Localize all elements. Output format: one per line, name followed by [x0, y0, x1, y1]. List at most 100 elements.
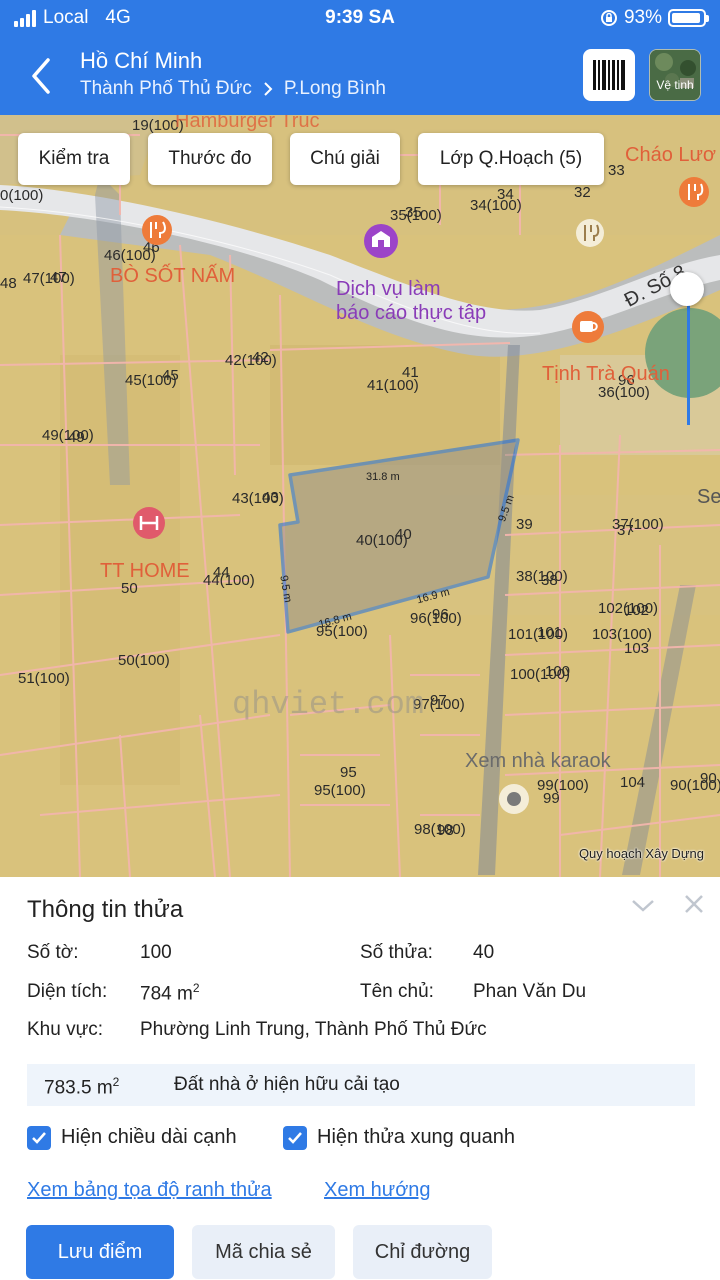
breadcrumb: Thành Phố Thủ Đức P.Long Bình [80, 78, 386, 100]
battery-percent: 93% [623, 7, 662, 28]
poi-label-tinh-tra-quan: Tịnh Trà Quán [542, 363, 670, 385]
area-value: 784 m2 [140, 981, 200, 1005]
owner-value: Phan Văn Du [473, 981, 587, 1002]
orientation-lock-icon [600, 10, 617, 26]
back-button[interactable] [22, 54, 62, 98]
owner-label: Tên chủ: [360, 981, 434, 1002]
parcel-label: 95(100) [314, 782, 366, 799]
measure-button[interactable]: Thước đo [148, 133, 272, 185]
planning-layer-button[interactable]: Lớp Q.Hoạch (5) [418, 133, 604, 185]
parcel-number-label: Số thửa: [360, 942, 433, 963]
breadcrumb-ward[interactable]: P.Long Bình [284, 78, 386, 100]
parcel-label: 41(100) [367, 377, 419, 394]
parcel-label: 100(100) [510, 666, 570, 683]
show-edge-length-label[interactable]: Hiện chiều dài cạnh [61, 1126, 237, 1149]
edge-label-top: 31.8 m [366, 471, 400, 483]
check-button[interactable]: Kiểm tra [18, 133, 130, 185]
satellite-label: Vệ tinh [656, 78, 694, 92]
parcel-label: 96(100) [410, 610, 462, 627]
share-code-button[interactable]: Mã chia sẻ [192, 1225, 335, 1279]
parcel-label: 46(100) [104, 247, 156, 264]
parcel-number-value: 40 [473, 942, 495, 963]
chevron-down-icon[interactable] [630, 895, 656, 915]
sheet-number-label: Số tờ: [27, 942, 79, 963]
parcel-label: 43(100) [232, 490, 284, 507]
parcel-label: 51(100) [18, 670, 70, 687]
parcel-label: 38(100) [516, 568, 568, 585]
poi-label-bo-sot-nam: BÒ SỐT NẤM [110, 263, 235, 287]
land-use-row: 783.5 m2 Đất nhà ở hiện hữu cải tạo [27, 1064, 695, 1106]
check-icon [288, 1132, 302, 1144]
parcel-label: 49(100) [42, 427, 94, 444]
map-watermark: qhviet.com [232, 686, 424, 723]
barcode-button[interactable] [583, 49, 635, 101]
coffee-icon [572, 311, 604, 343]
poi-label-karaoke: Xem nhà karaok [465, 750, 612, 772]
poi-label-tt-home: TT HOME [100, 560, 190, 582]
directions-button[interactable]: Chỉ đường [353, 1225, 492, 1279]
map-canvas[interactable]: 31.8 m 9.5 m 9.5 m 16.9 m 16.8 m 19(100)… [0, 115, 720, 877]
parcel-label: 35(100) [390, 207, 442, 224]
school-icon [364, 224, 398, 258]
close-icon[interactable] [683, 893, 705, 915]
parcel-label: 95(100) [316, 623, 368, 640]
satellite-thumbnail-icon [650, 50, 700, 100]
parcel-label: 99(100) [537, 777, 589, 794]
region-value: Phường Linh Trung, Thành Phố Thủ Đức [140, 1019, 487, 1040]
sheet-number-value: 100 [140, 942, 172, 963]
poi-label-bao-cao: báo cáo thực tập [336, 302, 486, 324]
status-bar: Local 4G 9:39 SA 93% [0, 0, 720, 38]
parcel-label: 50(100) [118, 652, 170, 669]
check-icon [32, 1132, 46, 1144]
parcel-label: 50 [121, 580, 138, 597]
show-neighbors-label[interactable]: Hiện thửa xung quanh [317, 1126, 515, 1149]
opacity-slider-track[interactable] [687, 290, 690, 425]
legend-button[interactable]: Chú giải [290, 133, 400, 185]
parcel-label: 0(100) [0, 187, 43, 204]
show-edge-length-checkbox[interactable] [27, 1126, 51, 1150]
panel-title: Thông tin thửa [27, 896, 184, 923]
poi-label-chao: Cháo Lươ [625, 144, 716, 166]
parcel-info-panel: Thông tin thửa Số tờ: 100 Số thửa: 40 Di… [0, 877, 720, 1280]
barcode-icon [593, 60, 625, 90]
parcel-label: 36(100) [598, 384, 650, 401]
parcel-label: 33 [608, 162, 625, 179]
land-type-value: Đất nhà ở hiện hữu cải tạo [174, 1074, 400, 1095]
parcel-label: 40(100) [356, 532, 408, 549]
dining-icon-right [679, 177, 709, 207]
map-view[interactable]: 31.8 m 9.5 m 9.5 m 16.9 m 16.8 m 19(100)… [0, 115, 720, 877]
poi-label-hamburger: Hamburger Trúc [175, 115, 320, 132]
parcel-label: 104 [620, 774, 645, 791]
chevron-left-icon [32, 58, 50, 94]
region-label: Khu vực: [27, 1019, 104, 1040]
hotel-icon [133, 507, 165, 539]
parcel-label: 34(100) [470, 197, 522, 214]
parcel-label: 101(100) [508, 626, 568, 643]
parcel-label: 44(100) [203, 572, 255, 589]
parcel-label: 37(100) [612, 516, 664, 533]
breadcrumb-city[interactable]: Thành Phố Thủ Đức [80, 78, 252, 100]
save-point-button[interactable]: Lưu điểm [26, 1225, 174, 1279]
restaurant-icon-faded [576, 219, 604, 247]
page-title: Hồ Chí Minh [80, 48, 203, 73]
poi-label-dich-vu: Dịch vụ làm [336, 278, 440, 300]
parcel-label: 47(100) [23, 270, 75, 287]
coordinates-table-link[interactable]: Xem bảng tọa độ ranh thửa [27, 1179, 272, 1202]
parcel-label: 98(100) [414, 821, 466, 838]
parcel-label: 95 [340, 764, 357, 781]
chevron-right-icon [264, 82, 273, 96]
parcel-label: 102(100) [598, 600, 658, 617]
poi-label-se: Se [697, 486, 720, 508]
battery-icon [668, 9, 709, 27]
parcel-label: 90(100) [670, 777, 720, 794]
show-neighbors-checkbox[interactable] [283, 1126, 307, 1150]
parcel-label: 39 [516, 516, 533, 533]
opacity-slider-knob[interactable] [670, 272, 704, 306]
karaoke-icon [499, 784, 529, 814]
satellite-toggle-button[interactable]: Vệ tinh [649, 49, 701, 101]
app-header: Local 4G 9:39 SA 93% Hồ Chí Minh Thành P… [0, 0, 720, 115]
land-area-value: 783.5 m2 [44, 1075, 120, 1099]
parcel-label: 103(100) [592, 626, 652, 643]
parcel-label: 45(100) [125, 372, 177, 389]
view-direction-link[interactable]: Xem hướng [324, 1179, 431, 1202]
